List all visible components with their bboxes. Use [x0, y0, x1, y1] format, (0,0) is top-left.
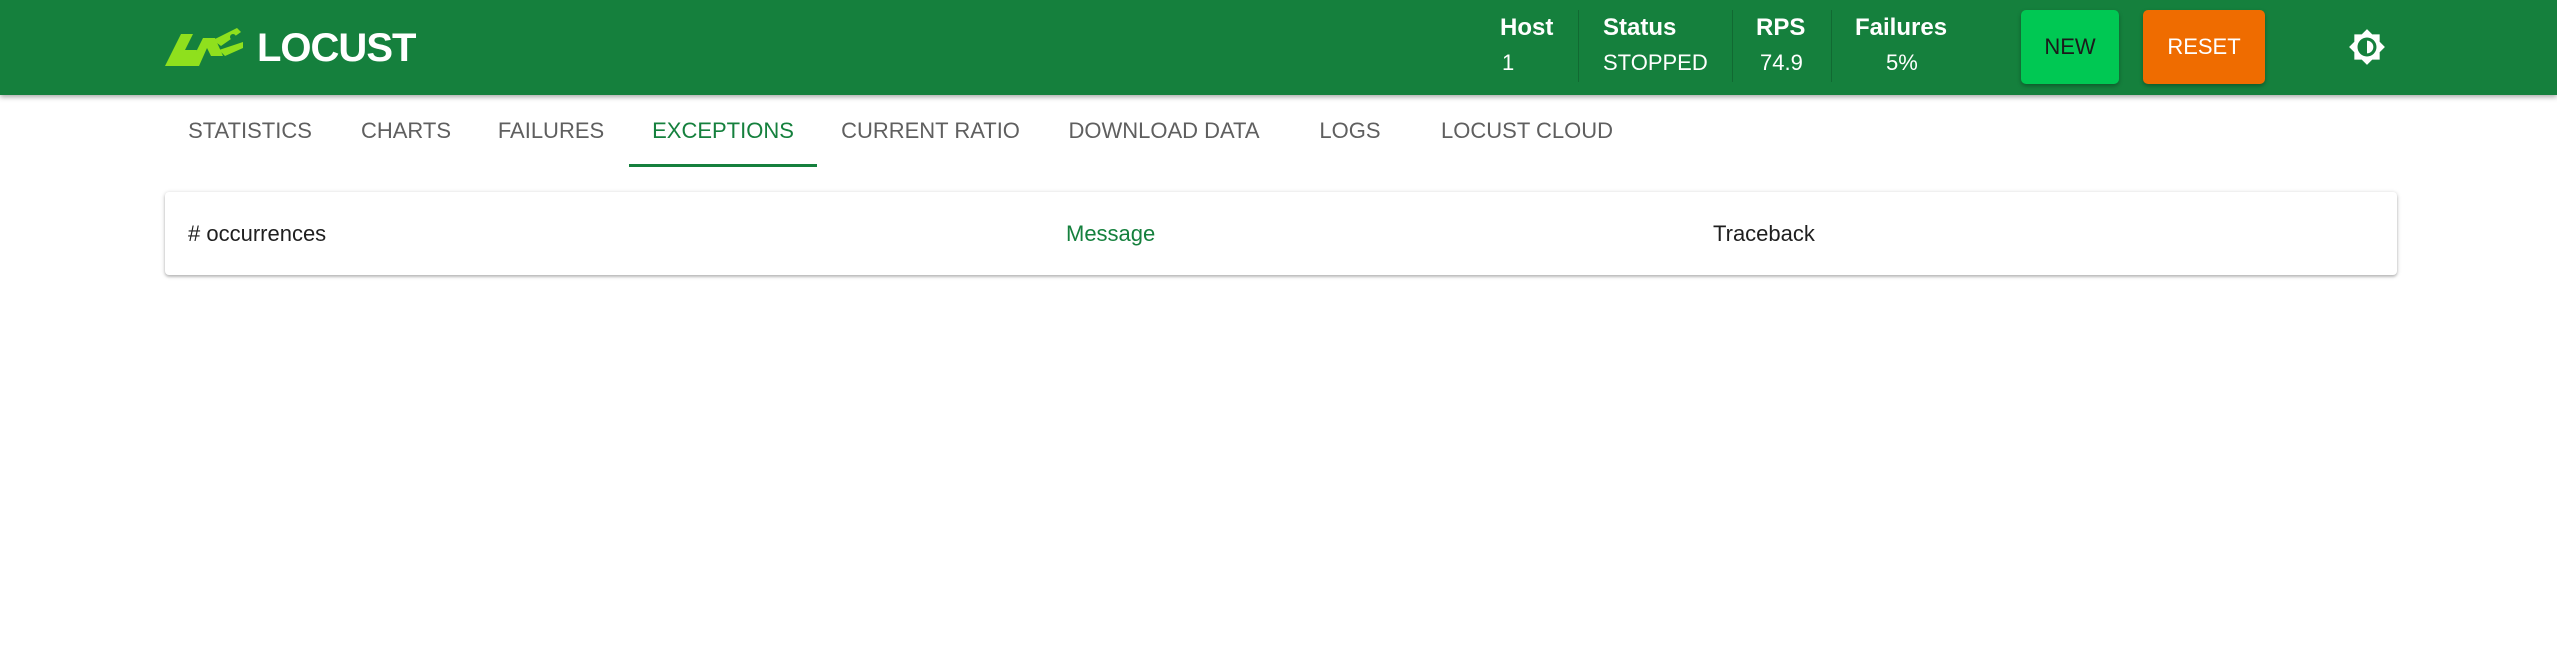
- stat-divider: [1732, 10, 1733, 82]
- stat-status-label: Status: [1603, 14, 1677, 41]
- column-header-traceback[interactable]: Traceback: [1713, 192, 1815, 275]
- stat-host-value: 1: [1502, 50, 1515, 75]
- brightness-icon: [2349, 29, 2385, 65]
- column-header-occurrences[interactable]: # occurrences: [188, 192, 326, 275]
- new-test-button[interactable]: NEW: [2021, 10, 2119, 84]
- logo-wordmark: LOCUST: [257, 26, 416, 70]
- stat-divider: [1578, 10, 1579, 82]
- stat-host-label: Host: [1500, 14, 1554, 41]
- stat-host: Host 1: [1500, 0, 1575, 95]
- theme-toggle-button[interactable]: [2348, 28, 2386, 66]
- stat-failures-label: Failures: [1855, 14, 1948, 41]
- stat-status: Status STOPPED: [1603, 0, 1733, 95]
- tab-failures[interactable]: FAILURES: [486, 95, 616, 167]
- stat-failures: Failures 5%: [1855, 0, 1965, 95]
- tab-current-ratio[interactable]: CURRENT RATIO: [828, 95, 1033, 167]
- stat-failures-value: 5%: [1886, 50, 1918, 75]
- column-header-message[interactable]: Message: [1066, 192, 1155, 275]
- tab-charts[interactable]: CHARTS: [346, 95, 466, 167]
- stat-rps-value: 74.9: [1760, 50, 1803, 75]
- tab-exceptions[interactable]: EXCEPTIONS: [629, 95, 817, 167]
- exceptions-table: # occurrences Message Traceback: [165, 192, 2397, 275]
- tab-download-data[interactable]: DOWNLOAD DATA: [1052, 95, 1276, 167]
- locust-logo-icon: [165, 28, 243, 66]
- tab-statistics[interactable]: STATISTICS: [165, 95, 335, 167]
- active-tab-indicator: [629, 164, 817, 167]
- stat-divider: [1831, 10, 1832, 82]
- stat-rps-label: RPS: [1756, 14, 1806, 41]
- locust-logo[interactable]: LOCUST: [163, 26, 416, 70]
- stat-status-value: STOPPED: [1603, 50, 1708, 75]
- tab-locust-cloud[interactable]: LOCUST CLOUD: [1428, 95, 1626, 167]
- stat-rps: RPS 74.9: [1756, 0, 1826, 95]
- tab-logs[interactable]: LOGS: [1300, 95, 1400, 167]
- app-header: LOCUST Host 1 Status STOPPED RPS 74.9 Fa…: [0, 0, 2557, 95]
- reset-stats-button[interactable]: RESET: [2143, 10, 2265, 84]
- main-tabs: STATISTICS CHARTS FAILURES EXCEPTIONS CU…: [0, 95, 2557, 167]
